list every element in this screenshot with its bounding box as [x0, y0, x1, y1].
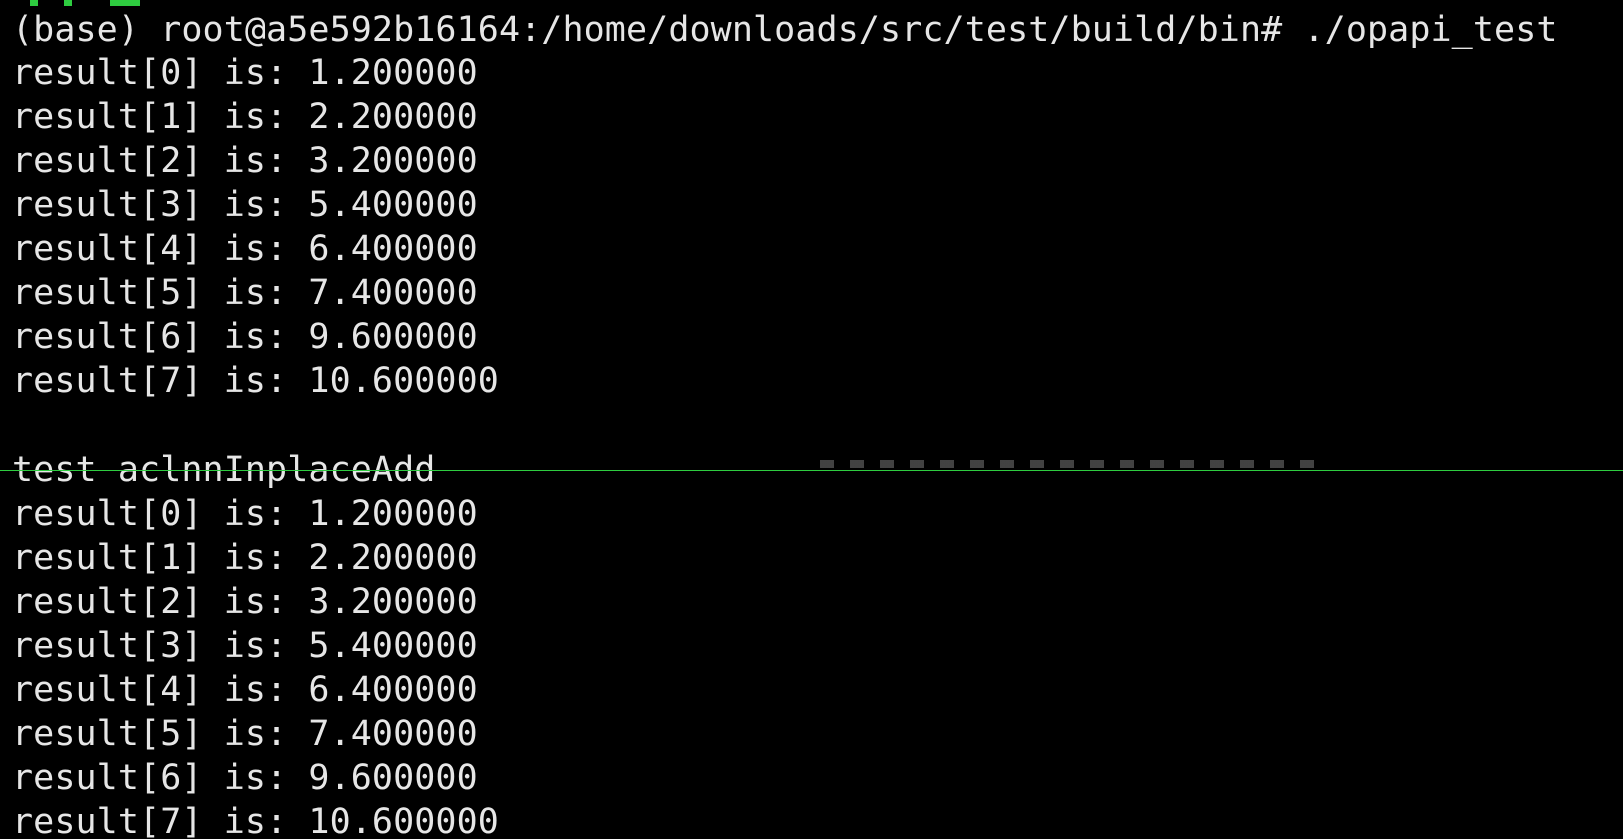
terminal-window[interactable]: (base) root@a5e592b16164:/home/downloads… [0, 0, 1623, 839]
command-prompt-line: (base) root@a5e592b16164:/home/downloads… [12, 10, 1558, 50]
result-line: result[1] is: 2.200000 [12, 538, 478, 578]
result-line: result[4] is: 6.400000 [12, 670, 478, 710]
result-line: result[3] is: 5.400000 [12, 626, 478, 666]
result-line: result[2] is: 3.200000 [12, 582, 478, 622]
result-line: result[6] is: 9.600000 [12, 758, 478, 798]
result-line: result[4] is: 6.400000 [12, 229, 478, 269]
result-line: result[0] is: 1.200000 [12, 53, 478, 93]
faded-text-artifact [820, 460, 1315, 468]
result-line: result[7] is: 10.600000 [12, 802, 499, 839]
previous-output-remnant [8, 0, 148, 6]
result-line: result[5] is: 7.400000 [12, 273, 478, 313]
result-line: result[2] is: 3.200000 [12, 141, 478, 181]
horizontal-divider [0, 470, 1623, 471]
result-line: result[3] is: 5.400000 [12, 185, 478, 225]
result-line: result[1] is: 2.200000 [12, 97, 478, 137]
result-line: result[5] is: 7.400000 [12, 714, 478, 754]
result-line: result[6] is: 9.600000 [12, 317, 478, 357]
result-line: result[0] is: 1.200000 [12, 494, 478, 534]
result-line: result[7] is: 10.600000 [12, 361, 499, 401]
